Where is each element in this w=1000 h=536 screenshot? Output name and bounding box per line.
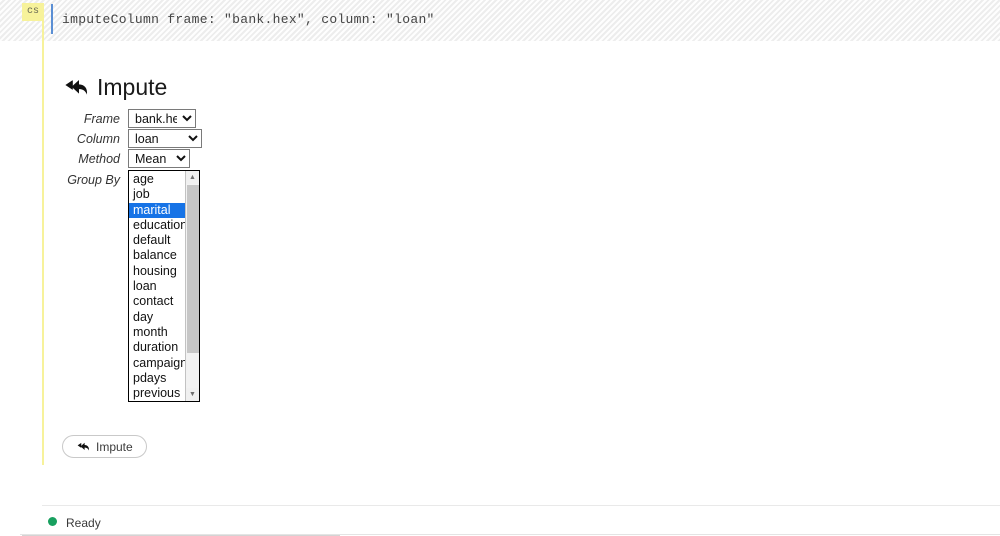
group-by-option[interactable]: age <box>129 172 185 187</box>
label-group-by: Group By <box>67 173 120 187</box>
label-column: Column <box>76 132 120 146</box>
control-column: loan <box>128 129 202 148</box>
group-by-option[interactable]: duration <box>129 340 185 355</box>
label-method: Method <box>78 152 120 166</box>
group-by-option[interactable]: previous <box>129 386 185 401</box>
scrollbar-thumb[interactable] <box>187 185 199 353</box>
impute-submit-button[interactable]: Impute <box>62 435 147 458</box>
group-by-option[interactable]: pdays <box>129 371 185 386</box>
reply-all-arrow-icon <box>76 441 90 453</box>
scroll-down-arrow-icon[interactable]: ▼ <box>186 388 199 401</box>
cs-tag-tail-line <box>42 21 44 465</box>
group-by-option[interactable]: balance <box>129 248 185 263</box>
status-text: Ready <box>66 516 101 530</box>
page-title: Impute <box>63 76 167 99</box>
form-row-frame: Frame bank.hex <box>63 109 196 128</box>
group-by-option[interactable]: day <box>129 310 185 325</box>
form-row-column: Column loan <box>63 129 202 148</box>
code-cell-text[interactable]: imputeColumn frame: "bank.hex", column: … <box>62 12 435 27</box>
group-by-listbox[interactable]: age job marital education default balance hous… <box>128 170 200 402</box>
form-row-group-by: Group By age job marital education default ba… <box>63 170 200 402</box>
control-frame: bank.hex <box>128 109 196 128</box>
control-method: Mean <box>128 149 190 168</box>
group-by-option[interactable]: loan <box>129 279 185 294</box>
reply-all-arrow-icon <box>63 77 89 99</box>
group-by-option[interactable]: marital <box>129 202 185 218</box>
code-caret <box>51 4 53 34</box>
scroll-up-arrow-icon[interactable]: ▲ <box>186 171 199 184</box>
label-frame: Frame <box>83 112 120 126</box>
group-by-scrollbar[interactable]: ▲ ▼ <box>185 171 199 401</box>
code-cell[interactable]: cs imputeColumn frame: "bank.hex", colum… <box>0 0 1000 41</box>
group-by-option[interactable]: housing <box>129 264 185 279</box>
group-by-option[interactable]: job <box>129 187 185 202</box>
group-by-option[interactable]: contact <box>129 294 185 309</box>
page-title-label: Impute <box>97 74 168 100</box>
frame-select[interactable]: bank.hex <box>128 109 196 128</box>
group-by-option[interactable]: campaign <box>129 356 187 371</box>
impute-panel: Impute Frame bank.hex Column loan Method… <box>0 41 1000 495</box>
group-by-option[interactable]: default <box>129 233 185 248</box>
status-bar: Ready <box>0 506 1000 535</box>
control-group-by: age job marital education default balance hous… <box>128 170 200 402</box>
status-indicator-dot <box>48 517 57 526</box>
impute-submit-button-label: Impute <box>96 439 133 454</box>
group-by-option[interactable]: month <box>129 325 185 340</box>
cs-cell-type-tag: cs <box>22 3 44 21</box>
method-select[interactable]: Mean <box>128 149 190 168</box>
group-by-option[interactable]: education <box>129 218 187 233</box>
column-select[interactable]: loan <box>128 129 202 148</box>
group-by-option-list[interactable]: age job marital education default balance hous… <box>129 171 187 401</box>
form-row-method: Method Mean <box>63 149 190 168</box>
